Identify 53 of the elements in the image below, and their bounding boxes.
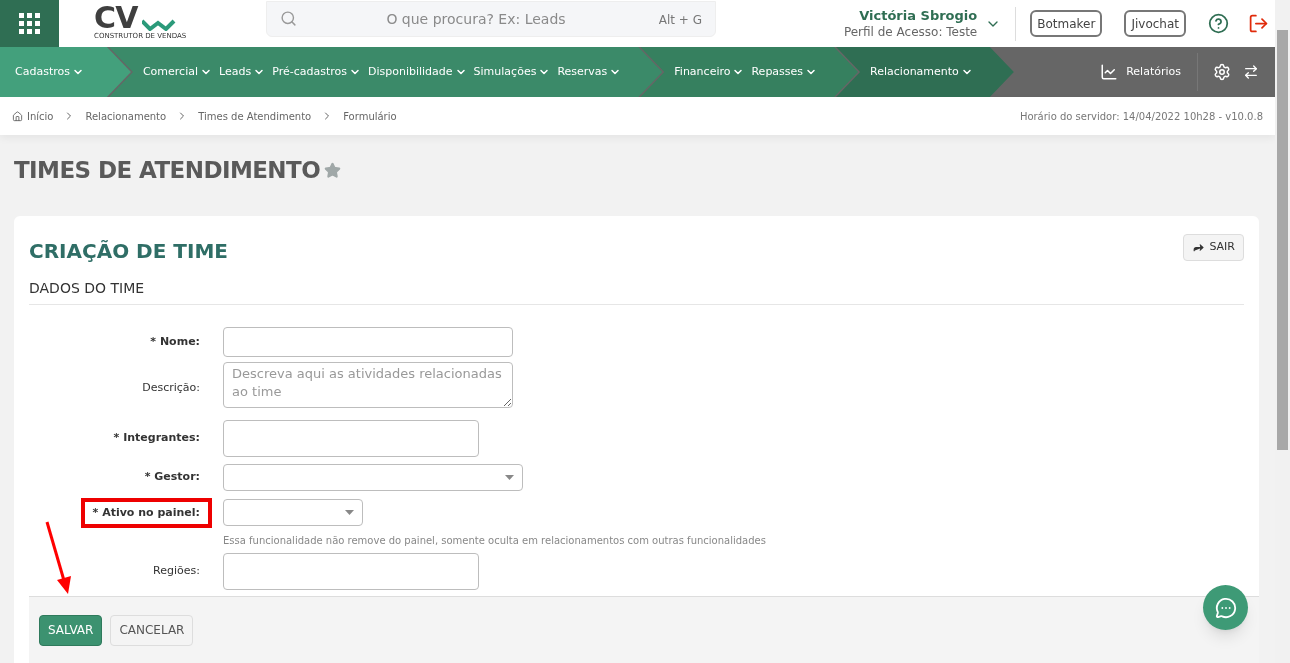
text-area[interactable]: Descreva aqui as atividades relacionadas ao time: [223, 362, 513, 408]
input-field[interactable]: [223, 553, 479, 590]
nav-menu-item[interactable]: Simulações: [473, 63, 551, 81]
nav-menu-item[interactable]: Cadastros: [15, 63, 84, 81]
field-label: Descrição:: [141, 380, 201, 397]
hint-text: Essa funcionalidade não remove do painel, somente oculta em relacionamentos com outras funcionalidades: [223, 534, 767, 548]
text-field[interactable]: [223, 326, 513, 357]
logout-icon[interactable]: [1248, 13, 1269, 34]
exit-button[interactable]: SAIR: [1183, 233, 1244, 261]
nav-menu-item[interactable]: Disponibilidade: [367, 63, 467, 81]
breadcrumb-link[interactable]: Relacionamento: [85, 108, 167, 124]
breadcrumb-link[interactable]: Início: [27, 108, 54, 124]
nav-menu-item[interactable]: Pré-cadastros: [272, 63, 361, 81]
field-label: Regiões:: [152, 563, 201, 580]
card-title: CRIAÇÃO DE TIME: [29, 237, 228, 265]
user-profile: Perfil de Acesso: Teste: [843, 23, 978, 40]
breadcrumb-link[interactable]: Formulário: [343, 108, 397, 124]
line-chart-icon: [1100, 63, 1119, 81]
field-label: * Integrantes:: [112, 430, 201, 447]
field-label: * Ativo no painel:: [80, 497, 212, 528]
header-button[interactable]: Botmaker: [1030, 10, 1103, 37]
nav-menu-item[interactable]: Reservas: [557, 63, 622, 81]
input-field[interactable]: [223, 420, 479, 457]
nav-menu-item[interactable]: Comercial: [142, 63, 212, 81]
nav-menu-item[interactable]: Leads: [219, 63, 266, 81]
swap-arrows-icon[interactable]: [1243, 64, 1259, 80]
grid-icon: [18, 12, 41, 35]
star-icon[interactable]: [324, 161, 342, 179]
section-heading: DADOS DO TIME: [29, 279, 145, 296]
field-label: * Nome:: [149, 333, 201, 350]
page-title: TIMES DE ATENDIMENTO: [14, 156, 321, 185]
action-button[interactable]: CANCELAR: [110, 614, 194, 646]
nav-menu-item[interactable]: Repasses: [751, 63, 818, 81]
search-icon: [280, 9, 297, 27]
select-field[interactable]: [223, 463, 523, 491]
breadcrumb-link[interactable]: Times de Atendimento: [198, 108, 312, 124]
action-button[interactable]: SALVAR: [39, 614, 103, 646]
select-field[interactable]: [223, 499, 363, 527]
shortcut-hint: Alt + G: [658, 11, 702, 29]
user-name: Victória Sbrogio: [859, 7, 978, 24]
apps-grid-button[interactable]: [0, 0, 59, 47]
field-label: * Gestor:: [143, 469, 201, 485]
settings-icon[interactable]: [1213, 63, 1231, 81]
server-time: Horário do servidor: 14/04/2022 10h28 - v10.0.8: [1019, 109, 1263, 124]
header-button[interactable]: Jivochat: [1124, 10, 1186, 37]
nav-menu-item[interactable]: Financeiro: [674, 63, 745, 81]
caret-icon: [505, 474, 514, 480]
reports-button[interactable]: Relatórios: [1100, 53, 1198, 91]
caret-icon: [345, 510, 354, 516]
help-icon[interactable]: [1208, 13, 1229, 34]
nav-menu-item[interactable]: Relacionamento: [870, 63, 973, 81]
chat-bubble-icon: [1214, 596, 1237, 619]
home-icon: [12, 110, 23, 122]
